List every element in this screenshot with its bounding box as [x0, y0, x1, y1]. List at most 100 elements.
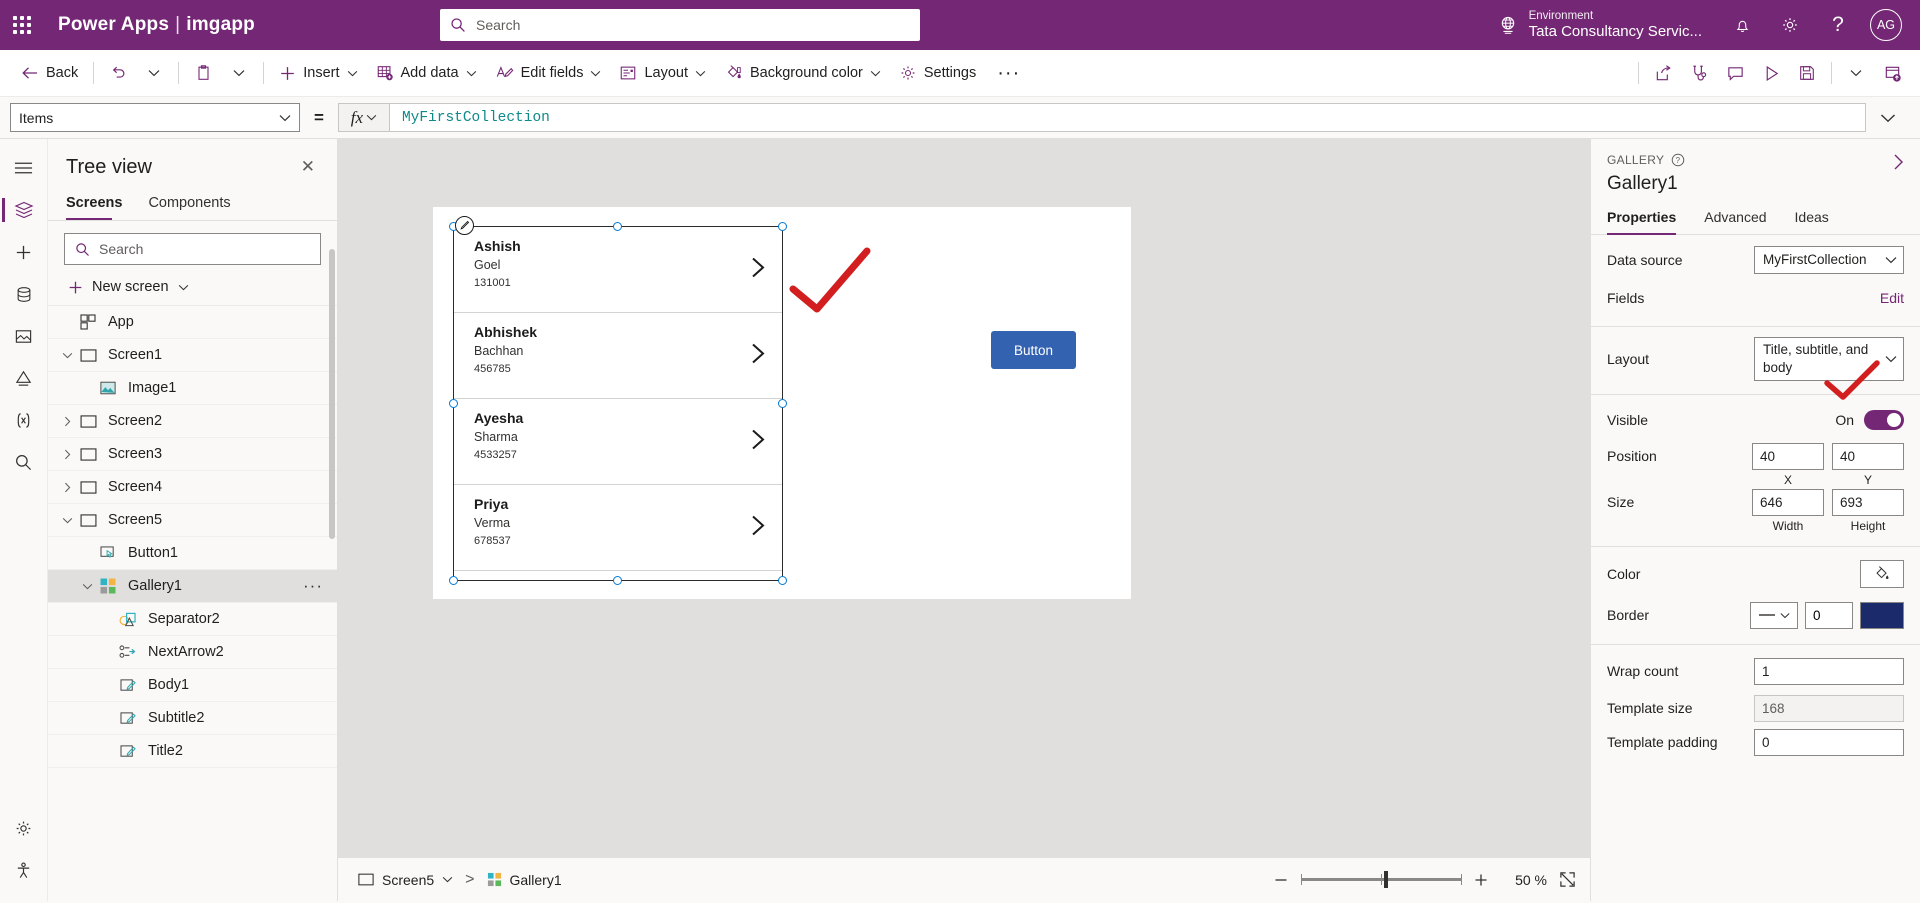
formula-input[interactable]: MyFirstCollection	[389, 103, 1866, 132]
app-button-control[interactable]: Button	[991, 331, 1076, 369]
template-padding-input[interactable]: 0	[1754, 728, 1904, 756]
fields-edit-link[interactable]: Edit	[1880, 290, 1904, 306]
tree-item-screen3[interactable]: Screen3	[48, 438, 337, 471]
close-icon[interactable]: ✕	[295, 155, 321, 179]
resize-handle-bl[interactable]	[449, 576, 458, 585]
fit-to-screen-icon[interactable]	[1559, 871, 1576, 888]
tab-advanced[interactable]: Advanced	[1704, 209, 1766, 234]
add-data-button[interactable]: Add data	[367, 58, 486, 88]
publish-button[interactable]	[1874, 55, 1910, 91]
breadcrumb-control[interactable]: Gallery1	[481, 868, 568, 892]
tab-screens[interactable]: Screens	[66, 189, 130, 220]
save-button[interactable]	[1789, 55, 1825, 91]
global-search-input[interactable]: Search	[440, 9, 920, 41]
tab-components[interactable]: Components	[148, 189, 238, 220]
chevron-right-icon[interactable]	[58, 482, 76, 493]
formula-expand-button[interactable]	[1866, 113, 1910, 123]
layout-dropdown[interactable]: Title, subtitle, and body	[1754, 336, 1904, 382]
fx-button[interactable]: fx	[337, 103, 390, 132]
rail-power-automate-icon[interactable]	[2, 357, 46, 399]
tree-item-button1[interactable]: Button1	[48, 537, 337, 570]
comments-button[interactable]	[1717, 55, 1753, 91]
position-y-input[interactable]: 40	[1832, 443, 1904, 470]
environment-selector[interactable]: Environment Tata Consultancy Servic...	[1497, 10, 1718, 40]
tree-item-context-menu-button[interactable]: ···	[303, 576, 323, 596]
back-button[interactable]: Back	[12, 59, 87, 87]
chevron-right-icon[interactable]	[58, 449, 76, 460]
preview-app-button[interactable]	[1753, 55, 1789, 91]
insert-button[interactable]: Insert	[270, 59, 366, 88]
property-selector-dropdown[interactable]: Items	[10, 103, 300, 132]
border-color-swatch[interactable]	[1860, 601, 1904, 629]
tree-item-nextarrow2[interactable]: NextArrow2	[48, 636, 337, 669]
next-arrow-icon[interactable]	[751, 342, 766, 369]
user-avatar[interactable]: AG	[1870, 9, 1902, 41]
resize-handle-ml[interactable]	[449, 398, 458, 408]
border-width-input[interactable]: 0	[1805, 601, 1853, 629]
help-circle-icon[interactable]: ?	[1671, 153, 1685, 167]
chevron-down-icon[interactable]	[58, 352, 76, 359]
save-dropdown-button[interactable]	[1838, 55, 1874, 91]
tree-item-title2[interactable]: Title2	[48, 735, 337, 768]
color-picker-button[interactable]	[1860, 560, 1904, 588]
wrap-count-input[interactable]: 1	[1754, 657, 1904, 685]
tab-properties[interactable]: Properties	[1607, 209, 1677, 235]
template-size-input[interactable]: 168	[1754, 694, 1904, 722]
settings-command-button[interactable]: Settings	[890, 58, 985, 88]
menu-hamburger-icon[interactable]	[2, 147, 46, 189]
zoom-slider-knob[interactable]	[1384, 871, 1389, 888]
tree-item-app[interactable]: App	[48, 306, 337, 339]
size-height-input[interactable]: 693	[1832, 489, 1904, 516]
rail-media-icon[interactable]	[2, 315, 46, 357]
gallery-item[interactable]: Ayesha Sharma 4533257	[454, 399, 782, 485]
next-arrow-icon[interactable]	[751, 514, 766, 541]
gallery-item[interactable]: Ashish Goel 131001	[454, 227, 782, 313]
rail-data-icon[interactable]	[2, 273, 46, 315]
waffle-menu-icon[interactable]	[0, 0, 44, 50]
chevron-down-icon[interactable]	[78, 583, 96, 590]
app-screen-canvas[interactable]: Ashish Goel 131001 Abhishek Bachhan 456785 Aye…	[433, 207, 1131, 599]
zoom-out-icon[interactable]	[1273, 872, 1289, 888]
tree-search-input[interactable]: Search	[64, 233, 321, 265]
gallery-control[interactable]: Ashish Goel 131001 Abhishek Bachhan 456785 Aye…	[449, 222, 787, 585]
next-arrow-icon[interactable]	[751, 256, 766, 283]
rail-accessibility-icon[interactable]	[2, 849, 46, 891]
chevron-right-icon[interactable]	[58, 416, 76, 427]
rail-insert-icon[interactable]	[2, 231, 46, 273]
resize-handle-bm[interactable]	[613, 576, 622, 585]
tree-item-body1[interactable]: Body1	[48, 669, 337, 702]
new-screen-button[interactable]: New screen	[48, 271, 337, 305]
settings-button[interactable]	[1766, 0, 1814, 50]
rail-tree-view-icon[interactable]	[1, 189, 46, 231]
background-color-button[interactable]: Background color	[715, 58, 890, 88]
next-arrow-icon[interactable]	[751, 428, 766, 455]
chevron-down-icon[interactable]	[58, 517, 76, 524]
tree-scrollbar-thumb[interactable]	[329, 249, 335, 539]
tree-item-screen5[interactable]: Screen5	[48, 504, 337, 537]
breadcrumb-screen[interactable]: Screen5	[352, 868, 459, 892]
edit-fields-button[interactable]: Edit fields	[486, 58, 611, 88]
help-button[interactable]: ?	[1814, 0, 1862, 50]
rail-variables-icon[interactable]	[2, 399, 46, 441]
rail-search-icon[interactable]	[2, 441, 46, 483]
share-button[interactable]	[1645, 55, 1681, 91]
notifications-button[interactable]	[1718, 0, 1766, 50]
resize-handle-tm[interactable]	[613, 222, 622, 231]
data-source-dropdown[interactable]: MyFirstCollection	[1754, 246, 1904, 274]
gallery-item[interactable]: Abhishek Bachhan 456785	[454, 313, 782, 399]
paste-dropdown-button[interactable]	[221, 55, 257, 91]
gallery-edit-pencil-icon[interactable]	[455, 216, 474, 235]
tree-item-screen4[interactable]: Screen4	[48, 471, 337, 504]
tree-item-screen2[interactable]: Screen2	[48, 405, 337, 438]
tree-item-subtitle2[interactable]: Subtitle2	[48, 702, 337, 735]
visible-toggle[interactable]	[1864, 410, 1904, 430]
rail-settings-icon[interactable]	[2, 807, 46, 849]
size-width-input[interactable]: 646	[1752, 489, 1824, 516]
tree-item-screen1[interactable]: Screen1	[48, 339, 337, 372]
overflow-menu-button[interactable]: ···	[985, 63, 1032, 83]
app-checker-button[interactable]	[1681, 55, 1717, 91]
zoom-in-icon[interactable]	[1473, 872, 1489, 888]
paste-button[interactable]	[185, 55, 221, 91]
resize-handle-br[interactable]	[778, 576, 787, 585]
border-style-dropdown[interactable]	[1750, 601, 1798, 629]
